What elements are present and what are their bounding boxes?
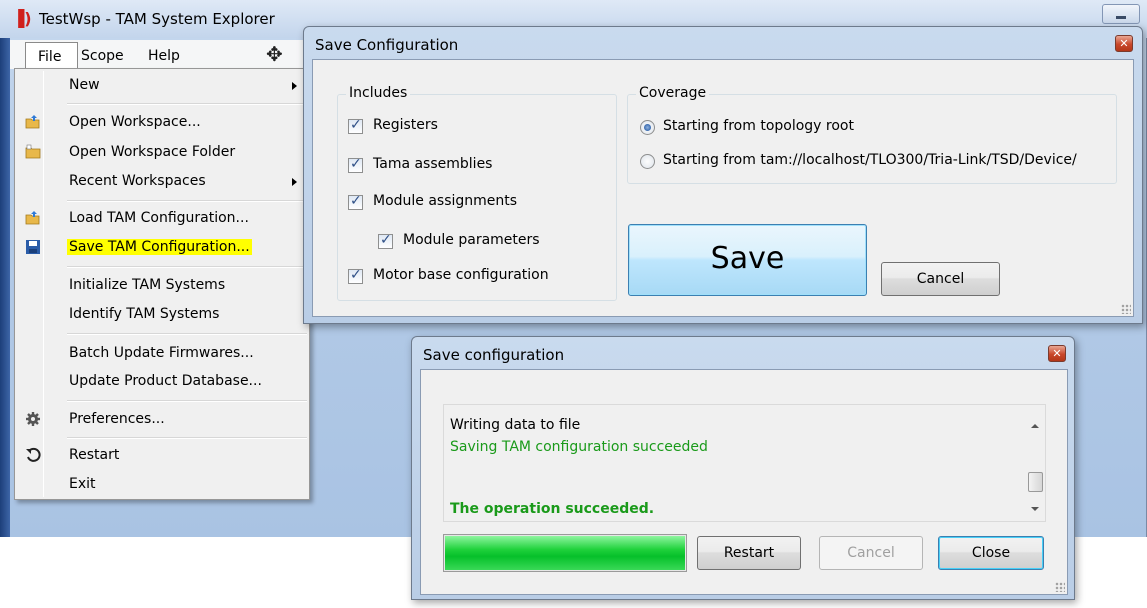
menu-item-label: Open Workspace... [69,114,201,130]
menu-item-label: Exit [69,476,96,492]
file-menu-dropdown: New Open Workspace... Open Workspace Fol… [14,68,310,500]
checkbox-label: Module parameters [403,232,540,248]
progress-fill [445,536,685,570]
checkbox-label: Tama assemblies [373,156,493,172]
cancel-button[interactable]: Cancel [881,262,1000,296]
menu-item-open-workspace-folder[interactable]: Open Workspace Folder [17,140,307,166]
menu-separator [67,333,307,335]
close-dialog-button[interactable]: Close [938,536,1044,570]
menu-item-label: Update Product Database... [69,373,262,389]
checkbox-checked[interactable] [348,267,363,284]
menu-item-recent-workspaces[interactable]: Recent Workspaces [17,169,307,195]
submenu-arrow-icon [292,82,297,90]
open-folder-icon [25,115,40,129]
menu-separator [67,437,307,439]
menu-item-preferences[interactable]: Preferences... [17,407,307,433]
dialog-title: Save configuration [423,346,565,364]
menu-separator [67,103,307,105]
menu-separator [67,266,307,268]
menu-item-update-product-database[interactable]: Update Product Database... [17,369,307,395]
restart-icon [26,447,41,462]
menu-item-open-workspace[interactable]: Open Workspace... [17,110,307,136]
menu-item-load-tam-configuration[interactable]: Load TAM Configuration... [17,206,307,232]
checkbox-checked[interactable] [378,232,393,249]
checkbox-label: Motor base configuration [373,267,549,283]
menu-separator [67,200,307,202]
move-cursor-icon: ✥ [266,42,283,66]
menu-item-label: Batch Update Firmwares... [69,345,254,361]
checkbox-checked[interactable] [348,193,363,210]
radio-label: Starting from topology root [663,118,854,134]
menu-item-restart[interactable]: Restart [17,443,307,469]
submenu-arrow-icon [292,178,297,186]
dialog-body: Includes Registers Tama assemblies Modul… [312,59,1134,317]
window-frame [0,38,10,537]
open-folder-icon [25,211,40,225]
coverage-group: Coverage Starting from topology root Sta… [627,85,1117,184]
menu-item-identify-tam-systems[interactable]: Identify TAM Systems [17,302,307,328]
menu-item-new[interactable]: New [17,73,307,99]
dialog-body: Writing data to file Saving TAM configur… [420,369,1068,595]
menu-item-label: Recent Workspaces [69,173,206,189]
includes-legend: Includes [346,85,411,101]
radio-unselected[interactable] [640,154,655,169]
menu-file-label: File [38,49,62,65]
menu-help[interactable]: Help [148,48,180,64]
menu-item-exit[interactable]: Exit [17,472,307,498]
menu-item-label: Initialize TAM Systems [69,277,226,293]
menu-item-label: Save TAM Configuration... [67,239,252,255]
log-output[interactable]: Writing data to file Saving TAM configur… [443,404,1046,522]
checkbox-checked[interactable] [348,156,363,173]
log-line: Writing data to file [450,417,581,433]
progress-bar [443,534,687,572]
save-configuration-dialog: Save Configuration ✕ Includes Registers … [303,26,1143,324]
minimize-button[interactable] [1102,4,1140,24]
coverage-legend: Coverage [636,85,710,101]
close-button[interactable]: ✕ [1115,35,1133,52]
save-button[interactable]: Save [628,224,867,296]
menubar: File Scope Help [10,40,310,69]
cancel-button[interactable]: Cancel [819,536,923,570]
app-logo-icon: ▐) [12,9,32,28]
menu-item-label: Identify TAM Systems [69,306,220,322]
menu-item-label: Preferences... [69,411,165,427]
radio-label: Starting from tam://localhost/TLO300/Tri… [663,152,1077,168]
scroll-up-icon[interactable] [1031,424,1039,428]
resize-grip[interactable] [1121,304,1131,314]
radio-selected[interactable] [640,120,655,135]
checkbox-checked[interactable] [348,117,363,134]
resize-grip[interactable] [1055,582,1065,592]
menu-file[interactable]: File [25,42,78,69]
scroll-down-icon[interactable] [1031,507,1039,511]
log-line: Saving TAM configuration succeeded [450,439,708,455]
log-line: The operation succeeded. [450,501,655,517]
folder-icon [25,144,41,159]
gear-icon [26,412,40,426]
menu-item-batch-update-firmwares[interactable]: Batch Update Firmwares... [17,341,307,367]
log-scrollbar[interactable] [1027,406,1044,520]
menu-item-save-tam-configuration[interactable]: Save TAM Configuration... [17,235,307,261]
menu-item-label: New [69,77,100,93]
save-progress-dialog: Save configuration ✕ Writing data to fil… [411,336,1075,600]
app-title: TestWsp - TAM System Explorer [39,10,275,28]
includes-group: Includes Registers Tama assemblies Modul… [337,85,617,301]
menu-scope[interactable]: Scope [81,48,124,64]
menu-item-initialize-tam-systems[interactable]: Initialize TAM Systems [17,273,307,299]
menu-separator [67,400,307,402]
floppy-disk-icon [26,240,40,254]
scroll-thumb[interactable] [1028,472,1043,492]
menu-item-label: Open Workspace Folder [69,144,236,160]
dialog-title: Save Configuration [315,36,459,54]
restart-button[interactable]: Restart [697,536,801,570]
checkbox-label: Module assignments [373,193,518,209]
menu-item-label: Restart [69,447,120,463]
close-button[interactable]: ✕ [1048,345,1066,362]
checkbox-label: Registers [373,117,438,133]
menu-item-label: Load TAM Configuration... [69,210,249,226]
